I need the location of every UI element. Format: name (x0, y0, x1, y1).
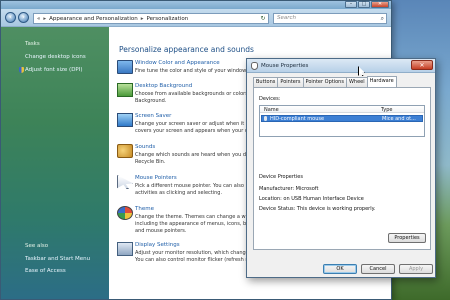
tab-pointers[interactable]: Pointers (277, 77, 304, 87)
navigation-bar: ‹ › « ▸ Appearance and Personalization ▸… (1, 9, 391, 27)
breadcrumb-root-icon[interactable]: « (37, 16, 40, 22)
list-item: Sounds Change which sounds are heard whe… (117, 144, 257, 174)
table-row[interactable]: HID-compliant mouse Mice and ot... (261, 115, 423, 122)
refresh-icon[interactable]: ↻ (259, 15, 267, 23)
page-title: Personalize appearance and sounds (119, 45, 254, 54)
breadcrumb-separator-icon: ▸ (43, 15, 47, 22)
mouse-device-icon (264, 116, 267, 121)
dialog-close-button[interactable]: ✕ (411, 60, 433, 70)
device-name: HID-compliant mouse (270, 116, 325, 122)
screen-saver-icon[interactable] (117, 113, 133, 127)
mouse-pointer-icon[interactable] (117, 175, 133, 189)
search-input[interactable]: Search ⌕ (273, 13, 387, 24)
dialog-title: Mouse Properties (261, 63, 309, 69)
tab-wheel[interactable]: Wheel (345, 77, 368, 87)
dialog-title-bar[interactable]: Mouse Properties ✕ (247, 59, 435, 73)
desktop-background-icon[interactable] (117, 83, 133, 97)
list-item: Desktop Background Choose from available… (117, 83, 257, 113)
column-header-name[interactable]: Name (264, 107, 279, 113)
list-item: Mouse Pointers Pick a different mouse po… (117, 175, 257, 205)
tab-strip: Buttons Pointers Pointer Options Wheel H… (253, 76, 397, 87)
window-color-icon[interactable] (117, 60, 133, 74)
tasks-heading: Tasks (25, 41, 40, 47)
see-also-heading: See also (25, 243, 49, 249)
forward-arrow-icon[interactable]: › (18, 12, 29, 23)
device-properties-heading: Device Properties (259, 174, 303, 180)
back-arrow-icon[interactable]: ‹ (5, 12, 16, 23)
location-text: Location: on USB Human Interface Device (259, 196, 364, 202)
minimize-button[interactable]: – (345, 1, 357, 8)
mouse-icon (251, 62, 258, 70)
desktop-background-link[interactable]: Desktop Background (135, 83, 192, 89)
change-desktop-icons-link[interactable]: Change desktop icons (25, 54, 86, 60)
devices-list-header: Name Type (260, 106, 424, 113)
breadcrumb-separator-icon: ▸ (140, 15, 144, 22)
theme-icon[interactable] (117, 206, 133, 220)
maximize-button[interactable]: □ (358, 1, 370, 8)
item-description: Pick a different mouse pointer. You can … (135, 183, 244, 196)
hardware-panel: Devices: Name Type HID-compliant mouse M… (253, 87, 431, 250)
list-item: Screen Saver Change your screen saver or… (117, 113, 257, 143)
adjust-font-size-link[interactable]: Adjust font size (DPI) (25, 67, 83, 73)
item-description: Adjust your monitor resolution, which ch… (135, 250, 249, 263)
window-color-link[interactable]: Window Color and Appearance (135, 60, 220, 66)
taskbar-start-menu-link[interactable]: Taskbar and Start Menu (25, 256, 90, 262)
item-description: Change which sounds are heard when you d… (135, 152, 249, 165)
apply-button[interactable]: Apply (399, 264, 433, 274)
mouse-pointers-link[interactable]: Mouse Pointers (135, 175, 177, 181)
window-controls: – □ ✕ (345, 1, 389, 9)
address-bar[interactable]: « ▸ Appearance and Personalization ▸ Per… (33, 13, 269, 24)
item-description: Choose from available backgrounds or col… (135, 91, 248, 104)
column-header-type[interactable]: Type (381, 107, 392, 113)
cancel-button[interactable]: Cancel (361, 264, 395, 274)
sounds-icon[interactable] (117, 144, 133, 158)
mouse-properties-dialog: Mouse Properties ✕ Buttons Pointers Poin… (246, 58, 436, 278)
list-item: Display Settings Adjust your monitor res… (117, 242, 257, 272)
list-item: Theme Change the theme. Themes can chang… (117, 206, 257, 242)
theme-link[interactable]: Theme (135, 206, 154, 212)
item-description: Fine tune the color and style of your wi… (135, 68, 251, 74)
tab-hardware[interactable]: Hardware (366, 76, 397, 87)
tab-pointer-options[interactable]: Pointer Options (302, 77, 347, 87)
sidebar: Tasks Change desktop icons Adjust font s… (1, 27, 109, 299)
devices-label: Devices: (259, 96, 281, 102)
ease-of-access-link[interactable]: Ease of Access (25, 268, 66, 274)
device-status-text: Device Status: This device is working pr… (259, 206, 376, 212)
ok-button[interactable]: OK (323, 264, 357, 274)
search-icon[interactable]: ⌕ (381, 14, 384, 23)
properties-button[interactable]: Properties (388, 233, 426, 243)
window-title-bar[interactable]: – □ ✕ (1, 1, 391, 9)
breadcrumb-personalization[interactable]: Personalization (146, 16, 188, 22)
display-settings-icon[interactable] (117, 242, 133, 256)
item-description: Change the theme. Themes can change a wi… (135, 214, 250, 234)
close-button[interactable]: ✕ (371, 1, 389, 8)
uac-shield-icon (19, 67, 24, 73)
devices-list[interactable]: Name Type HID-compliant mouse Mice and o… (259, 105, 425, 137)
tab-buttons[interactable]: Buttons (253, 77, 279, 87)
manufacturer-text: Manufacturer: Microsoft (259, 186, 319, 192)
search-placeholder: Search (277, 15, 297, 21)
display-settings-link[interactable]: Display Settings (135, 242, 180, 248)
item-description: Change your screen saver or adjust when … (135, 121, 249, 134)
device-type: Mice and ot... (382, 116, 416, 122)
sounds-link[interactable]: Sounds (135, 144, 155, 150)
screen-saver-link[interactable]: Screen Saver (135, 113, 171, 119)
breadcrumb-appearance[interactable]: Appearance and Personalization (49, 16, 138, 22)
